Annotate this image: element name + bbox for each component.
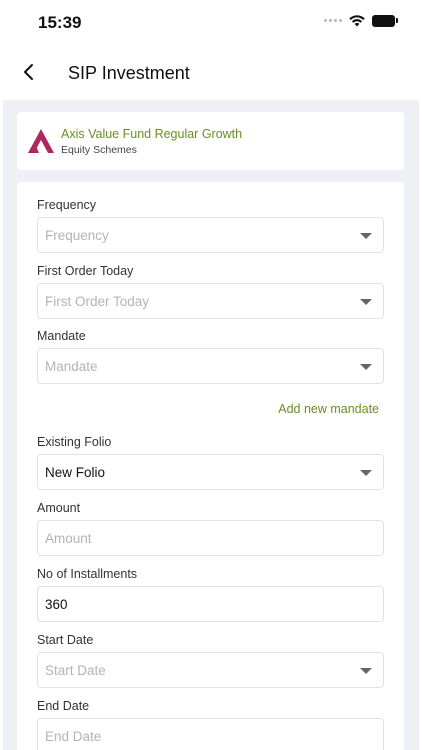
dropdown-caret-icon [360,470,372,476]
fund-card: Axis Value Fund Regular Growth Equity Sc… [17,112,404,170]
mandate-label: Mandate [37,329,86,343]
amount-input[interactable]: Amount [37,520,384,556]
chevron-left-icon [24,64,33,80]
existing-folio-select[interactable]: New Folio [37,454,384,490]
end-date-placeholder: End Date [45,729,102,744]
battery-icon [372,14,398,27]
installments-label: No of Installments [37,567,138,581]
dropdown-caret-icon [360,364,372,370]
wifi-icon [349,15,365,27]
mandate-placeholder: Mandate [45,359,98,374]
existing-folio-value: New Folio [45,465,106,480]
status-icons [324,14,398,27]
status-time: 15:39 [38,13,82,32]
amount-label: Amount [37,501,81,515]
frequency-placeholder: Frequency [45,228,109,243]
installments-input[interactable]: 360 [37,586,384,622]
amount-placeholder: Amount [45,531,92,546]
start-date-select[interactable]: Start Date [37,652,384,688]
installments-value: 360 [45,597,68,612]
back-button[interactable] [14,58,42,86]
nav-bar: SIP Investment [0,46,422,100]
end-date-label: End Date [37,699,90,713]
existing-folio-label: Existing Folio [37,435,112,449]
sip-form: Frequency Frequency First Order Today Fi… [17,182,404,750]
dropdown-caret-icon [360,233,372,239]
first-order-label: First Order Today [37,264,134,278]
end-date-input[interactable]: End Date [37,718,384,750]
page-title: SIP Investment [68,63,190,83]
fund-category: Equity Schemes [61,144,137,156]
mandate-select[interactable]: Mandate [37,348,384,384]
add-new-mandate-link[interactable]: Add new mandate [278,402,379,416]
content-area: Axis Value Fund Regular Growth Equity Sc… [3,100,419,750]
status-bar: 15:39 [0,0,422,46]
dropdown-caret-icon [360,299,372,305]
dropdown-caret-icon [360,668,372,674]
signal-dots-icon [324,19,342,22]
fund-name: Axis Value Fund Regular Growth [61,127,243,141]
first-order-placeholder: First Order Today [45,294,150,309]
fund-logo-icon [28,129,54,153]
frequency-select[interactable]: Frequency [37,217,384,253]
first-order-select[interactable]: First Order Today [37,283,384,319]
frequency-label: Frequency [37,198,97,212]
start-date-label: Start Date [37,633,94,647]
start-date-placeholder: Start Date [45,663,106,678]
